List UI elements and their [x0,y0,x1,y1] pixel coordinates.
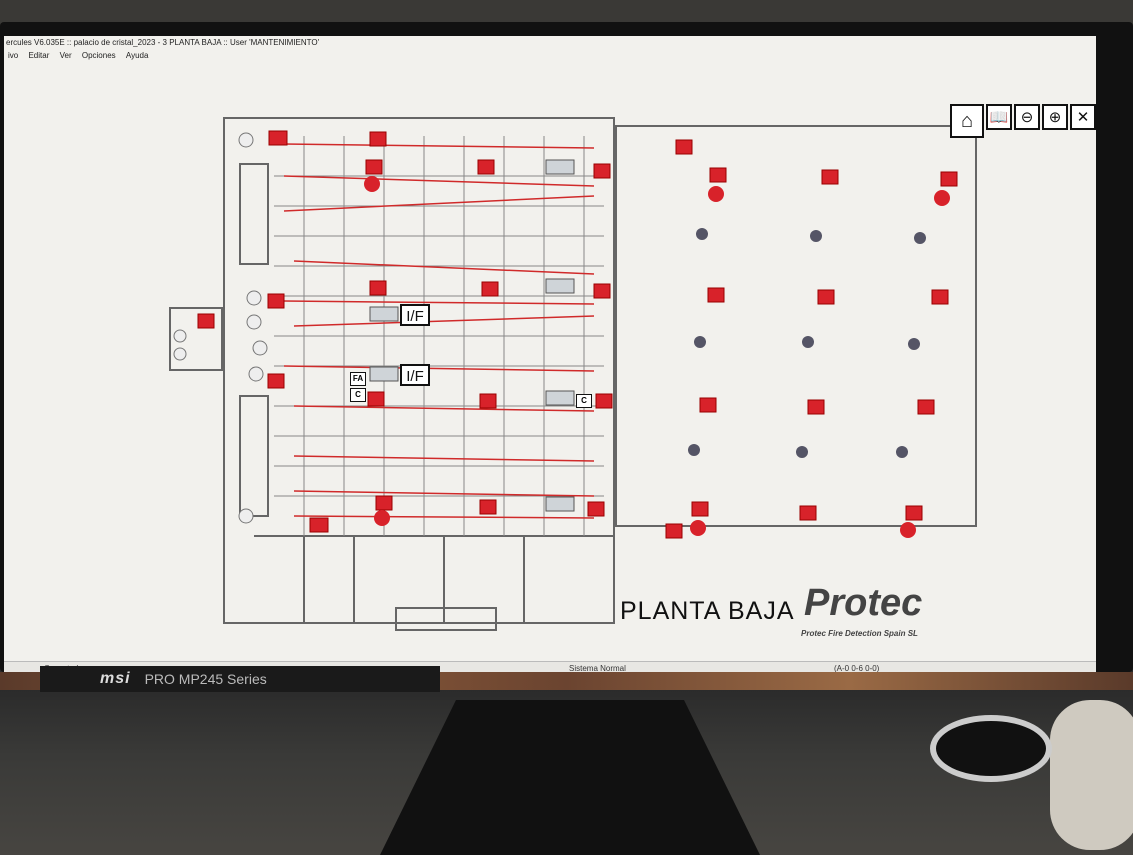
plan-grid [274,136,604,536]
zoom-out-icon[interactable]: ⊖ [1014,104,1040,130]
wiring [283,143,595,519]
floor-title: PLANTA BAJA [620,597,795,625]
protec-subtitle: Protec Fire Detection Spain SL [801,629,918,638]
smoke-detectors [173,132,268,524]
close-icon[interactable]: ✕ [1070,104,1096,130]
c-label: C [350,388,366,402]
plan-walls [169,117,977,631]
home-icon[interactable]: ⌂ [950,104,984,138]
monitor-brand: msi [100,670,131,687]
toolbar: ⌂ 📖 ⊖ ⊕ ✕ [950,104,1096,138]
beam-detectors [688,228,926,458]
monitor-model: PRO MP245 Series [144,671,267,687]
book-icon[interactable]: 📖 [986,104,1012,130]
call-points [197,130,958,539]
sirens [364,176,950,538]
monitor-bezel: msi PRO MP245 Series [40,666,440,692]
monitor: ercules V6.035E :: palacio de cristal_20… [0,22,1133,690]
zoom-in-icon[interactable]: ⊕ [1042,104,1068,130]
screen: ercules V6.035E :: palacio de cristal_20… [4,36,1096,676]
c-label: C [576,394,592,408]
floor-plan [169,117,977,631]
cup [930,715,1052,782]
desk-object [1050,700,1133,850]
interface-label: I/F [400,304,430,326]
fa-label: FA [350,372,366,386]
interface-label: I/F [400,364,430,386]
protec-logo: Protec [804,582,923,624]
